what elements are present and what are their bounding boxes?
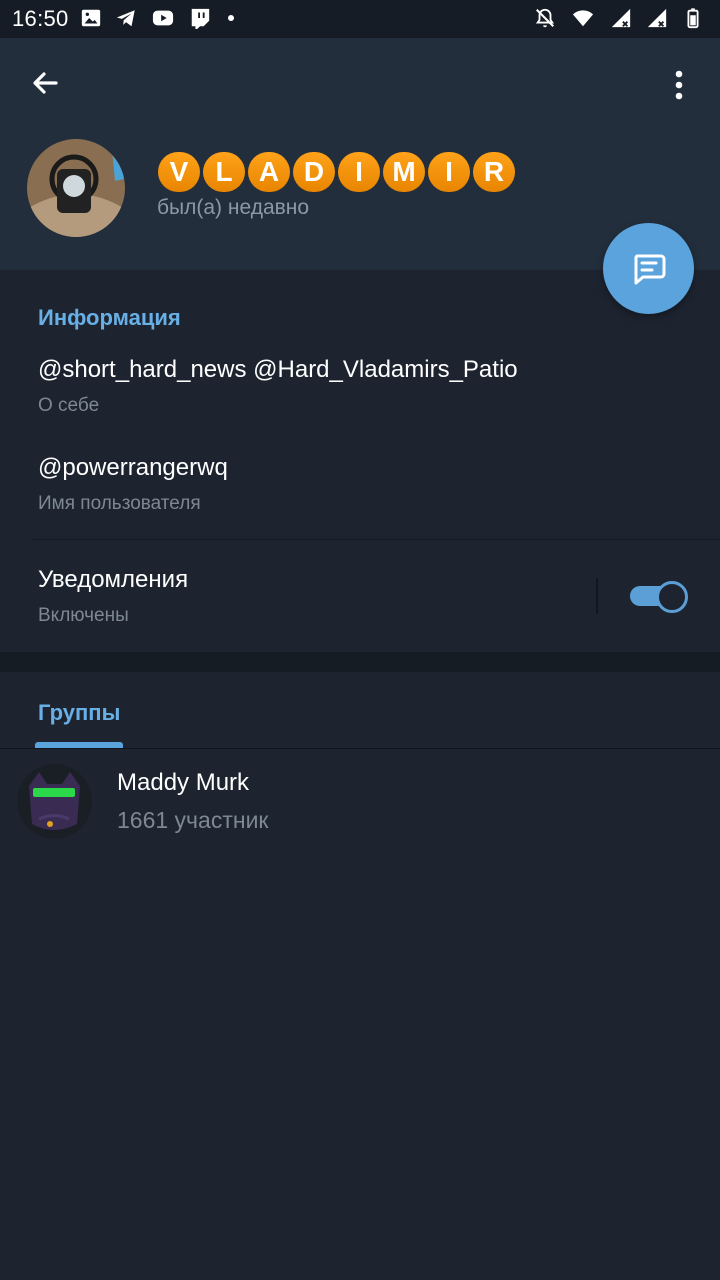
system-icons <box>534 7 704 29</box>
section-separator <box>0 652 720 672</box>
username-label: Имя пользователя <box>38 493 201 514</box>
notifications-title[interactable]: Уведомления <box>38 566 188 594</box>
divider <box>33 539 720 540</box>
name-letter: I <box>338 152 380 192</box>
divider-vertical <box>596 578 598 614</box>
bio-label: О себе <box>38 395 100 416</box>
name-letter: V <box>158 152 200 192</box>
name-letter: L <box>203 152 245 192</box>
group-list-item[interactable]: Maddy Murk 1661 участник <box>0 756 720 846</box>
avatar[interactable] <box>27 139 125 237</box>
more-vert-icon[interactable] <box>658 64 700 106</box>
name-letter: R <box>473 152 515 192</box>
muted-bell-icon <box>535 8 555 28</box>
profile-header: V L A D I M I R был(а) недавно <box>0 38 720 270</box>
notifications-toggle[interactable] <box>630 581 688 613</box>
message-icon <box>633 254 665 284</box>
signal-icon <box>611 8 631 28</box>
groups-section: Группы Maddy Murk 1661 участник <box>0 672 720 1280</box>
notifications-status: Включены <box>38 605 129 626</box>
status-time: 16:50 <box>12 6 69 31</box>
username-text[interactable]: @powerrangerwq <box>38 454 228 482</box>
group-members-count: 1661 участник <box>117 807 269 833</box>
telegram-icon <box>116 10 135 27</box>
bio-text[interactable]: @short_hard_news @Hard_Vladamirs_Patio <box>38 356 518 384</box>
info-section-title: Информация <box>38 305 181 330</box>
name-letter: A <box>248 152 290 192</box>
image-icon <box>81 9 101 27</box>
twitch-icon <box>191 8 210 29</box>
dot-icon <box>228 15 234 21</box>
group-avatar <box>17 764 92 839</box>
signal-icon <box>647 8 667 28</box>
group-avatar-image <box>17 764 92 839</box>
tab-groups[interactable]: Группы <box>38 700 120 726</box>
name-letter: D <box>293 152 335 192</box>
youtube-icon <box>152 10 174 26</box>
avatar-photo <box>27 139 125 237</box>
name-letter: I <box>428 152 470 192</box>
notification-icons <box>80 7 234 29</box>
status-bar: 16:50 <box>0 0 720 38</box>
send-message-button[interactable] <box>603 223 694 314</box>
profile-name: V L A D I M I R <box>158 152 515 192</box>
name-letter: M <box>383 152 425 192</box>
info-section: Информация @short_hard_news @Hard_Vladam… <box>0 270 720 652</box>
back-arrow-icon[interactable] <box>24 62 66 104</box>
last-seen-status: был(а) недавно <box>157 196 310 219</box>
group-name: Maddy Murk <box>117 769 250 796</box>
toggle-knob <box>656 581 688 613</box>
battery-icon <box>687 8 699 29</box>
tab-divider <box>0 748 720 749</box>
wifi-icon <box>572 10 594 27</box>
